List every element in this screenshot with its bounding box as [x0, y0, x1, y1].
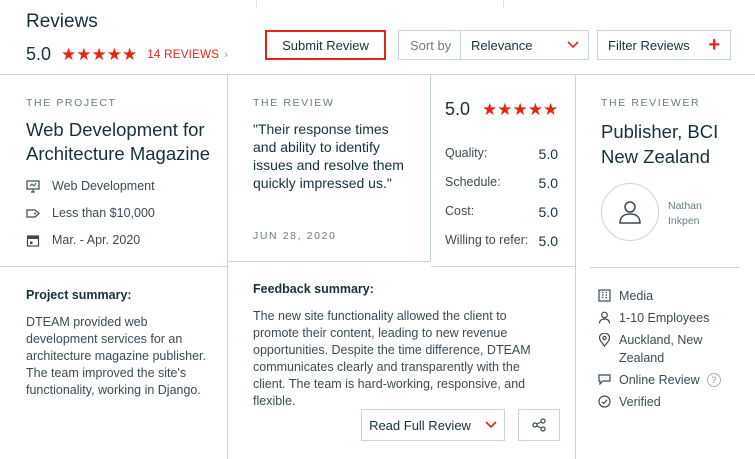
share-button[interactable] [518, 409, 560, 441]
sort-value: Relevance [471, 37, 533, 53]
review-date: JUN 28, 2020 [253, 230, 337, 242]
overall-stars-icon: ★★★★★ [61, 44, 138, 64]
rating-cost: Cost: 5.0 [445, 204, 558, 220]
reviewer-location-text: Auckland, New Zealand [619, 333, 703, 365]
reviewer-location: Auckland, New Zealand [598, 331, 728, 367]
submit-review-button[interactable]: Submit Review [265, 30, 386, 60]
rating-value: 5.0 [538, 233, 558, 249]
rating-label: Willing to refer: [445, 233, 529, 247]
overall-rating: 5.0 ★★★★★ 14 REVIEWS › [26, 44, 228, 65]
project-title: Web Development for Architecture Magazin… [26, 119, 211, 164]
reviewer-company: Publisher, BCI New Zealand [601, 121, 719, 167]
location-pin-icon [598, 333, 611, 347]
chevron-right-icon: › [224, 48, 229, 61]
plus-icon: + [708, 34, 720, 56]
reviewer-status-text: Verified [619, 395, 661, 409]
rating-value: 5.0 [538, 204, 558, 220]
reviewer-review-type: Online Review ? [598, 371, 721, 389]
review-card: THE PROJECT Web Development for Architec… [0, 74, 755, 459]
reviewer-status: Verified [598, 393, 661, 411]
reviewer-industry-text: Media [619, 289, 654, 303]
row-divider [431, 266, 575, 267]
sort-label: Sort by [399, 31, 461, 59]
feedback-summary-heading: Feedback summary: [253, 282, 374, 296]
help-icon[interactable]: ? [706, 373, 721, 387]
row-divider [590, 267, 740, 268]
reviewer-size: 1-10 Employees [598, 309, 709, 327]
project-summary-text: DTEAM provided web development services … [26, 315, 206, 397]
project-eyebrow: THE PROJECT [26, 97, 117, 109]
reviewer-industry: Media [598, 287, 653, 305]
header-divider [503, 0, 504, 8]
project-summary-heading: Project summary: [26, 288, 132, 302]
chevron-down-icon [485, 421, 497, 429]
overall-score: 5.0 [26, 44, 52, 64]
rating-willing-to-refer: Willing to refer: 5.0 [445, 233, 558, 249]
sort-select[interactable]: Sort by Relevance [398, 30, 589, 60]
price-tag-icon [26, 208, 40, 218]
rating-label: Cost: [445, 204, 475, 218]
review-score: 5.0 ★★★★★ [445, 99, 558, 120]
reviewer-eyebrow: THE REVIEWER [601, 97, 701, 109]
rating-value: 5.0 [538, 175, 558, 191]
rating-label: Schedule: [445, 175, 501, 189]
calendar-icon [26, 234, 40, 247]
reviews-count-link[interactable]: 14 REVIEWS › [147, 49, 228, 61]
person-icon [598, 311, 611, 324]
project-service-text: Web Development [52, 179, 155, 193]
reviewer-review-type-text: Online Review [619, 373, 700, 387]
reviews-count-label: 14 REVIEWS [147, 48, 220, 61]
page-title: Reviews [26, 11, 98, 32]
reviews-header: Reviews 5.0 ★★★★★ 14 REVIEWS › Submit Rev… [0, 0, 755, 74]
monitor-icon [26, 179, 40, 193]
building-icon [598, 289, 611, 302]
review-quote: "Their response times and ability to ide… [253, 121, 404, 191]
avatar [601, 183, 659, 241]
speech-bubble-icon [598, 374, 611, 385]
rating-schedule: Schedule: 5.0 [445, 175, 558, 191]
project-dates-text: Mar. - Apr. 2020 [52, 233, 141, 247]
rating-value: 5.0 [538, 146, 558, 162]
feedback-summary-text: The new site functionality allowed the c… [253, 309, 531, 408]
project-budget-text: Less than $10,000 [52, 206, 155, 220]
check-circle-icon [598, 395, 611, 408]
chevron-down-icon [567, 41, 579, 49]
review-score-value: 5.0 [445, 99, 471, 119]
inner-divider [430, 75, 431, 261]
project-service: Web Development [26, 179, 155, 193]
review-eyebrow: THE REVIEW [253, 97, 335, 109]
read-full-review-label: Read Full Review [369, 417, 471, 433]
project-dates: Mar. - Apr. 2020 [26, 233, 140, 247]
filter-label: Filter Reviews [608, 37, 690, 53]
row-divider [0, 266, 227, 267]
share-icon [532, 418, 546, 432]
column-divider [575, 75, 576, 459]
rating-label: Quality: [445, 146, 488, 160]
column-divider [227, 75, 228, 459]
user-icon [619, 201, 641, 224]
review-stars-icon: ★★★★★ [482, 99, 559, 119]
read-full-review-button[interactable]: Read Full Review [361, 409, 505, 441]
reviewer-person-name: Nathan Inkpen [668, 200, 702, 227]
project-budget: Less than $10,000 [26, 206, 155, 220]
header-divider [256, 0, 257, 8]
row-divider [228, 261, 430, 262]
rating-quality: Quality: 5.0 [445, 146, 558, 162]
filter-reviews-button[interactable]: Filter Reviews + [597, 30, 731, 60]
reviewer-size-text: 1-10 Employees [619, 311, 710, 325]
